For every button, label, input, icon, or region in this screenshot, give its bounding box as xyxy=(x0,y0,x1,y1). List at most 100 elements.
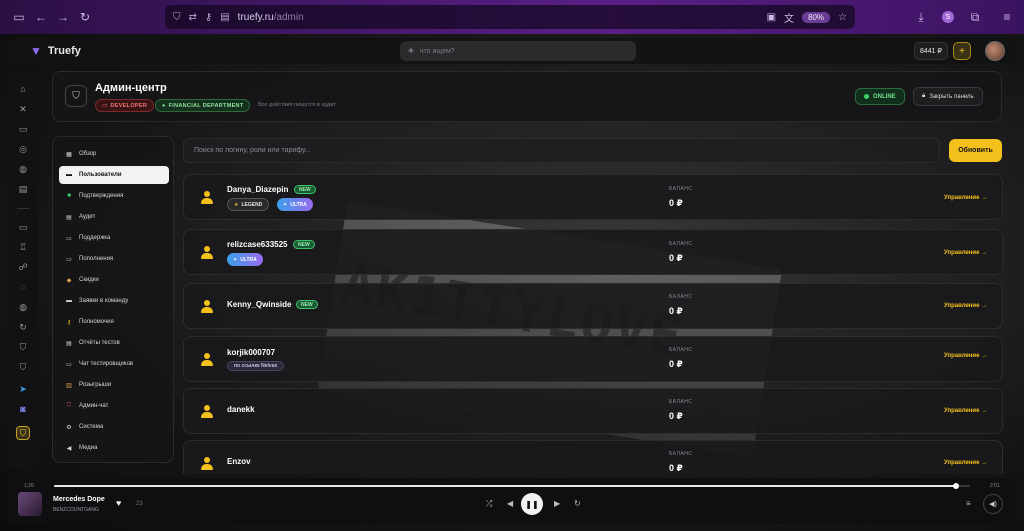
user-name[interactable]: korjik000707 xyxy=(227,348,275,357)
sidebar-item-team-requests[interactable]: ▬ Заявки в команду xyxy=(59,292,169,310)
target-icon[interactable]: ◎ xyxy=(16,142,30,156)
manage-link[interactable]: Управление → xyxy=(944,353,987,359)
manage-link[interactable]: Управление → xyxy=(944,195,987,201)
inventory-icon[interactable]: ▤ xyxy=(16,182,30,196)
user-search-input[interactable]: Поиск по логину, роли или тарифу... xyxy=(183,138,940,163)
sidebar-item-giveaways[interactable]: ▥ Розыгрыши xyxy=(59,376,169,394)
balance-display[interactable]: 8441 ₽ xyxy=(914,42,948,60)
shield-icon[interactable]: ⛉ xyxy=(16,340,30,354)
reload-icon[interactable]: ↻ xyxy=(74,6,96,28)
manage-link[interactable]: Управление → xyxy=(944,303,987,309)
next-icon[interactable]: ▶ xyxy=(554,499,560,508)
balance-value: 0 ₽ xyxy=(669,198,683,208)
balance-value: 0 ₽ xyxy=(669,306,683,316)
track-artist: BENZCOUNTGANG xyxy=(53,507,99,513)
shuffle-icon[interactable]: ✕ xyxy=(16,102,30,116)
sidebar-item-overview[interactable]: ▦ Обзор xyxy=(59,145,169,163)
shield-icon: ⛉ xyxy=(66,402,72,409)
discord-icon[interactable]: ◙ xyxy=(16,402,30,416)
sidebar-item-system[interactable]: ⚙ Система xyxy=(59,418,169,436)
extensions-icon[interactable]: ⧉ xyxy=(964,6,986,28)
admin-icon[interactable]: ⛉ xyxy=(16,426,30,440)
sidebar-item-tester-chat[interactable]: ▭ Чат тестировщиков xyxy=(59,355,169,373)
balance-label: БАЛАНС xyxy=(669,241,693,247)
tier-badge-label: LEGEND xyxy=(241,201,263,208)
heart-icon[interactable]: ♥ xyxy=(116,498,121,508)
user-name[interactable]: Kenny_Qwinside xyxy=(227,300,291,309)
sidebar-item-topups[interactable]: ▭ Пополнения xyxy=(59,250,169,268)
admin-sidebar: ▦ Обзор ▬ Пользователи ■ Подтверждения ▤ Ауд… xyxy=(52,136,174,463)
manage-link[interactable]: Управление → xyxy=(944,250,987,256)
repeat-icon[interactable]: ↻ xyxy=(574,499,581,508)
sidebar-item-admin-chat[interactable]: ⛉ Админ-чат xyxy=(59,397,169,415)
balance-label: БАЛАНС xyxy=(669,347,693,353)
progress-handle[interactable] xyxy=(953,483,960,489)
balance-label: БАЛАНС xyxy=(669,294,693,300)
zoom-level[interactable]: 80% xyxy=(802,11,831,23)
reader-icon[interactable]: ▣ xyxy=(767,12,776,23)
sparkle-icon: ✦ xyxy=(283,201,288,208)
close-panel-button[interactable]: 🔒︎ Закрыть панель xyxy=(913,87,983,106)
avatar[interactable] xyxy=(985,41,1005,61)
security-icon[interactable]: ⛉ xyxy=(16,360,30,374)
address-bar[interactable]: ⛉ ⇄ ⚷ ▤ truefy.ru/admin ▣ 文 80% ☆ xyxy=(165,5,855,29)
menu-icon[interactable]: ≡ xyxy=(996,6,1018,28)
gamepad-icon[interactable]: ◍ xyxy=(16,162,30,176)
sidebar-item-label: Скидки xyxy=(79,277,99,283)
previous-icon[interactable]: ◀ xyxy=(507,499,513,508)
sidebar-item-users[interactable]: ▬ Пользователи xyxy=(59,166,169,184)
table-row: danekk БАЛАНС 0 ₽ Управление → xyxy=(183,388,1003,434)
lock-icon: 🔒︎ xyxy=(922,93,926,99)
sidebar-item-audit[interactable]: ▤ Аудит xyxy=(59,208,169,226)
friends-icon[interactable]: ☍ xyxy=(16,260,30,274)
sidebar-toggle-icon[interactable]: ▭ xyxy=(8,6,30,28)
bookmark-star-icon[interactable]: ☆ xyxy=(838,12,847,23)
global-search-input[interactable]: ✚ что ищем? xyxy=(400,41,636,61)
sync-icon[interactable]: ↻ xyxy=(16,320,30,334)
forward-icon[interactable]: → xyxy=(52,6,74,28)
trophy-icon[interactable]: ♖ xyxy=(16,240,30,254)
sidebar-item-discounts[interactable]: ◆ Скидки xyxy=(59,271,169,289)
user-name[interactable]: Danya_Diazepin xyxy=(227,185,288,194)
translate-icon[interactable]: 文 xyxy=(784,10,794,25)
home-icon[interactable]: ⌂ xyxy=(16,82,30,96)
sidebar-item-confirmations[interactable]: ■ Подтверждения xyxy=(59,187,169,205)
audit-note: Все действия пишутся в аудит xyxy=(258,102,336,108)
shuffle-icon[interactable]: ⤮ xyxy=(486,499,492,509)
album-cover[interactable] xyxy=(18,492,42,516)
wallet-icon[interactable]: ▭ xyxy=(16,220,30,234)
sidebar-item-media[interactable]: ◀ Медиа xyxy=(59,439,169,457)
manage-link[interactable]: Управление → xyxy=(944,408,987,414)
user-name[interactable]: danekk xyxy=(227,405,255,414)
sidebar-item-label: Медиа xyxy=(79,445,98,451)
add-balance-button[interactable]: + xyxy=(953,42,971,60)
refresh-button[interactable]: Обновить xyxy=(949,139,1002,162)
app-topbar: ▼ Truefy ✚ что ищем? 8441 ₽ + xyxy=(8,38,1016,64)
user-name[interactable]: relizcase633525 xyxy=(227,240,288,249)
sidebar-item-permissions[interactable]: ⚷ Полномочия xyxy=(59,313,169,331)
sidebar-item-test-reports[interactable]: ▤ Отчёты тестов xyxy=(59,334,169,352)
user-name[interactable]: Enzov xyxy=(227,457,251,466)
gift-icon: ▥ xyxy=(66,382,72,389)
play-count: 23 xyxy=(136,501,143,507)
progress-bar[interactable] xyxy=(54,483,970,489)
brand-logo[interactable]: ▼ Truefy xyxy=(30,44,81,58)
sidebar-item-support[interactable]: ▭ Поддержка xyxy=(59,229,169,247)
queue-icon[interactable]: ≡ xyxy=(966,499,971,508)
key-icon: ⚷ xyxy=(66,319,72,326)
telegram-icon[interactable]: ➤ xyxy=(16,382,30,396)
back-icon[interactable]: ← xyxy=(30,6,52,28)
pause-button[interactable]: ❚❚ xyxy=(521,493,543,515)
users-icon: ▬ xyxy=(66,172,72,178)
globe-icon[interactable]: ◍ xyxy=(16,300,30,314)
sidebar-item-label: Аудит xyxy=(79,214,96,220)
report-icon: ▤ xyxy=(66,340,72,347)
key-icon[interactable]: ⚷ xyxy=(205,12,212,23)
download-icon[interactable]: ⤓ xyxy=(910,6,932,28)
cart-icon[interactable]: ▭ xyxy=(16,122,30,136)
volume-icon[interactable]: ◀) xyxy=(983,494,1003,514)
manage-link[interactable]: Управление → xyxy=(944,460,987,466)
account-icon[interactable]: S xyxy=(942,11,954,23)
permissions-icon[interactable]: ⇄ xyxy=(189,12,197,23)
chat-icon[interactable]: ◌ xyxy=(16,280,30,294)
